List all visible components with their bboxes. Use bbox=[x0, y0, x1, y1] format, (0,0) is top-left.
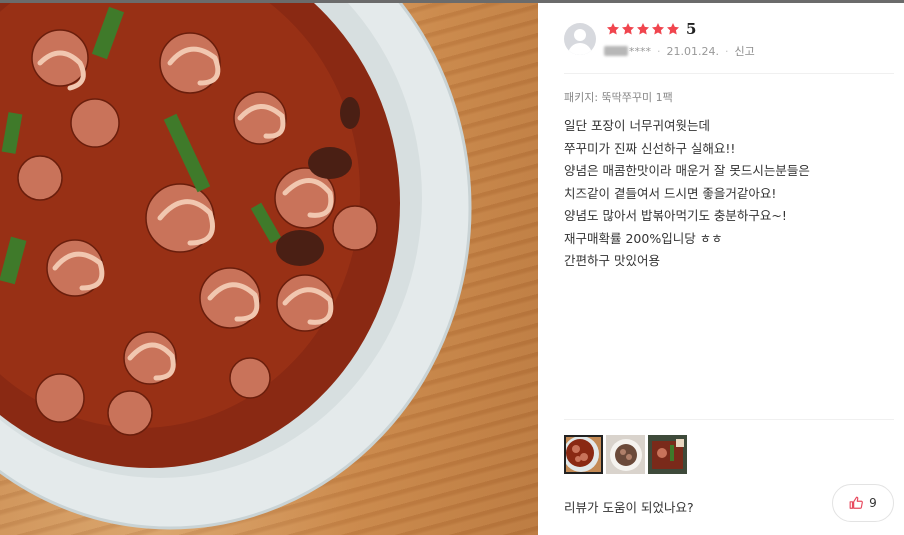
meta-separator: · bbox=[657, 44, 661, 58]
review-date: 21.01.24. bbox=[666, 44, 719, 58]
thumbnail-1[interactable] bbox=[564, 435, 603, 474]
divider bbox=[564, 419, 894, 420]
package-option: 패키지: 뚝딱쭈꾸미 1팩 bbox=[564, 91, 673, 104]
review-line: 쭈꾸미가 진짜 신선하구 실해요!! bbox=[564, 140, 736, 156]
review-line: 치즈같이 곁들여서 드시면 좋을거같아요! bbox=[564, 185, 777, 201]
review-panel: 5 **** · 21.01.24. · 신고 패키지: 뚝딱쭈꾸미 1팩 일단… bbox=[538, 3, 904, 535]
rating-stars: 5 bbox=[606, 20, 697, 38]
star-icon bbox=[606, 23, 620, 35]
like-count: 9 bbox=[869, 496, 877, 510]
thumbnail-3[interactable] bbox=[648, 435, 687, 474]
star-icon bbox=[621, 23, 635, 35]
octopus-dish-illustration bbox=[0, 3, 472, 530]
review-line: 양념도 많아서 밥볶아먹기도 충분하구요~! bbox=[564, 208, 787, 223]
thumbs-up-icon bbox=[849, 496, 864, 509]
avatar-head bbox=[574, 29, 586, 41]
meta-separator: · bbox=[724, 44, 729, 58]
review-line: 일단 포장이 너무귀여웟는데 bbox=[564, 118, 710, 133]
masked-username-blur bbox=[604, 46, 628, 56]
user-avatar-icon bbox=[564, 23, 596, 55]
rating-score: 5 bbox=[686, 20, 697, 38]
helpful-question: 리뷰가 도움이 되었나요? bbox=[564, 500, 694, 515]
star-icon bbox=[651, 23, 665, 35]
review-photo[interactable] bbox=[0, 3, 538, 535]
review-meta: **** · 21.01.24. · 신고 bbox=[604, 43, 755, 59]
star-icon bbox=[666, 23, 680, 35]
star-icon bbox=[636, 23, 650, 35]
review-line: 재구매확률 200%입니당 ㅎㅎ bbox=[564, 230, 723, 246]
helpful-like-button[interactable]: 9 bbox=[832, 484, 894, 522]
report-link[interactable]: 신고 bbox=[734, 43, 754, 59]
review-line: 간편하구 맛있어용 bbox=[564, 253, 660, 268]
review-line: 양념은 매콤한맛이라 매운거 잘 못드시는분들은 bbox=[564, 163, 810, 178]
username-suffix: **** bbox=[629, 44, 651, 58]
divider bbox=[564, 73, 894, 74]
photo-thumbnails bbox=[564, 435, 690, 474]
thumbnail-2[interactable] bbox=[606, 435, 645, 474]
avatar-body bbox=[568, 43, 592, 55]
review-body: 일단 포장이 너무귀여웟는데 쭈꾸미가 진짜 신선하구 실해요!! 양념은 매콤… bbox=[564, 115, 894, 273]
